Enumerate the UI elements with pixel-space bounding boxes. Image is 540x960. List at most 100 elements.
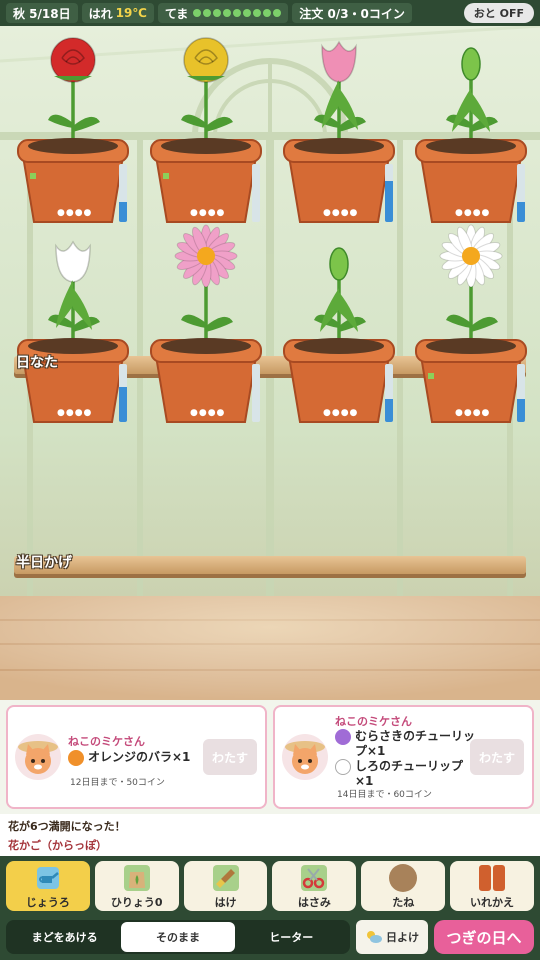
pot-dots-icon: ●●●● [57, 408, 93, 418]
orders-summary-text: 注文 0/3・0コイン [299, 6, 405, 21]
mode-keep-button[interactable]: そのまま [121, 922, 235, 952]
cat-customer-avatar [282, 734, 328, 780]
stamina-dot [223, 9, 232, 17]
daisy-plant [415, 224, 527, 423]
order-item-text: オレンジのバラ×1 [88, 750, 191, 764]
plant-slot[interactable]: ●●●● [17, 222, 129, 423]
bud-plant [415, 47, 527, 223]
temperature-text: 19℃ [115, 6, 147, 20]
basket-status: 花かご（からっぽ） [8, 839, 107, 852]
orders-panel: ねこのミケさん オレンジのバラ×1 12日目まで・50コイン わたす ねこのミケ… [0, 700, 540, 814]
bud-plant [283, 247, 395, 423]
water-level-gauge [119, 364, 127, 422]
plant-slot[interactable]: ●●●● [283, 26, 395, 223]
greenhouse-scene: 日なた 半日かげ ●●●● ●●●● ●●●● ●●●● ●●●● ●●●● ●●… [0, 26, 540, 700]
order-due: 14日目まで・60コイン [337, 790, 432, 800]
customer-name: ねこのミケさん [335, 715, 412, 728]
tool-label: じょうろ [25, 895, 70, 909]
pot-dots-icon: ●●●● [455, 208, 491, 218]
tool-bar: じょうろ ひりょう0 はけ はさみ たね いれかえ [0, 856, 540, 914]
water-level-gauge [252, 164, 260, 222]
tool-scissors[interactable]: はさみ [272, 861, 357, 911]
tulip-plant [17, 240, 129, 423]
order-items: むらさきのチューリップ×1 しろのチューリップ×1 [335, 729, 475, 789]
plant-slot[interactable]: ●●●● [415, 26, 527, 223]
water-level-fill [385, 181, 393, 222]
bottom-controls: まどをあける そのまま ヒーター 日よけ つぎの日へ [0, 914, 540, 960]
plant-slot[interactable]: ●●●● [150, 26, 262, 223]
watering-can-icon [36, 866, 59, 889]
next-day-button[interactable]: つぎの日へ [434, 920, 534, 954]
sunshade-label: 日よけ [386, 931, 419, 944]
water-level-fill [119, 201, 127, 222]
order-item: オレンジのバラ×1 [68, 750, 190, 766]
pot-dots-icon: ●●●● [190, 408, 226, 418]
stamina-dot [193, 9, 202, 17]
order-due: 12日目まで・50コイン [70, 778, 165, 788]
log-message: 花が6つ満開になった！ [8, 820, 126, 833]
sound-toggle-button[interactable]: おと OFF [463, 3, 534, 23]
water-level-gauge [252, 364, 260, 422]
tool-label: たね [392, 895, 415, 909]
swap-pot-icon [479, 864, 506, 891]
flower-color-icon [335, 729, 351, 745]
tool-swap[interactable]: いれかえ [450, 861, 534, 911]
water-level-gauge [385, 164, 393, 222]
cat-customer-avatar [15, 734, 61, 780]
water-level-gauge [517, 364, 525, 422]
pot-dots-icon: ●●●● [323, 208, 359, 218]
stamina-dot [233, 9, 242, 17]
flower-color-icon [335, 759, 351, 775]
stamina-display: てま [157, 3, 289, 23]
message-log: 花が6つ満開になった！ 花かご（からっぽ） [0, 814, 540, 856]
scissors-icon [301, 864, 328, 891]
plant-slot[interactable]: ●●●● [150, 222, 262, 423]
shelf-label-sun: 日なた [16, 355, 58, 371]
tool-watering-can[interactable]: じょうろ [6, 861, 90, 911]
pot-dots-icon: ●●●● [190, 208, 226, 218]
status-bar: 秋 5/18日 はれ 19℃ てま 注文 0/3・0コイン おと OFF [0, 0, 540, 26]
water-level-gauge [119, 164, 127, 222]
tool-fertilizer[interactable]: ひりょう0 [94, 861, 179, 911]
stamina-dot [243, 9, 252, 17]
order-card: ねこのミケさん オレンジのバラ×1 12日目まで・50コイン わたす [6, 705, 267, 809]
window-mode-selector: まどをあける そのまま ヒーター [6, 920, 350, 954]
stamina-dot [273, 9, 282, 17]
tool-label: はけ [214, 895, 237, 909]
deliver-button[interactable]: わたす [203, 739, 257, 775]
stamina-dot [213, 9, 222, 17]
fertilizer-bag-icon [123, 864, 150, 891]
stamina-dot [203, 9, 212, 17]
weather-text: はれ [88, 6, 113, 21]
tool-label: はさみ [297, 895, 331, 909]
flower-color-icon [68, 750, 84, 766]
seed-icon [389, 863, 418, 892]
order-item: しろのチューリップ×1 [335, 759, 475, 789]
customer-name: ねこのミケさん [68, 735, 145, 748]
deliver-button[interactable]: わたす [470, 739, 524, 775]
plant-slot[interactable]: ●●●● [17, 26, 129, 223]
plant-slot[interactable]: ●●●● [415, 222, 527, 423]
shelf-halfshade [14, 556, 526, 574]
sunshade-button[interactable]: 日よけ [356, 920, 428, 954]
sound-toggle-label: おと OFF [473, 7, 524, 20]
mode-open-window-button[interactable]: まどをあける [8, 922, 121, 952]
pot-dots-icon: ●●●● [57, 208, 93, 218]
tool-label: ひりょう0 [110, 895, 163, 909]
plant-slot[interactable]: ●●●● [283, 222, 395, 423]
pot-dots-icon: ●●●● [323, 408, 359, 418]
water-level-gauge [517, 164, 525, 222]
tool-seed[interactable]: たね [361, 861, 446, 911]
water-level-fill [517, 201, 525, 222]
water-level-fill [385, 398, 393, 422]
mode-heater-button[interactable]: ヒーター [235, 922, 348, 952]
water-level-fill [119, 387, 127, 422]
tulip-plant [283, 40, 395, 223]
order-item-text: しろのチューリップ×1 [355, 759, 464, 788]
water-level-gauge [385, 364, 393, 422]
daisy-plant [150, 224, 262, 423]
weather-display: はれ 19℃ [81, 3, 154, 23]
tool-brush[interactable]: はけ [183, 861, 268, 911]
date-text: 秋 5/18日 [13, 6, 71, 21]
tool-label: いれかえ [470, 895, 515, 909]
